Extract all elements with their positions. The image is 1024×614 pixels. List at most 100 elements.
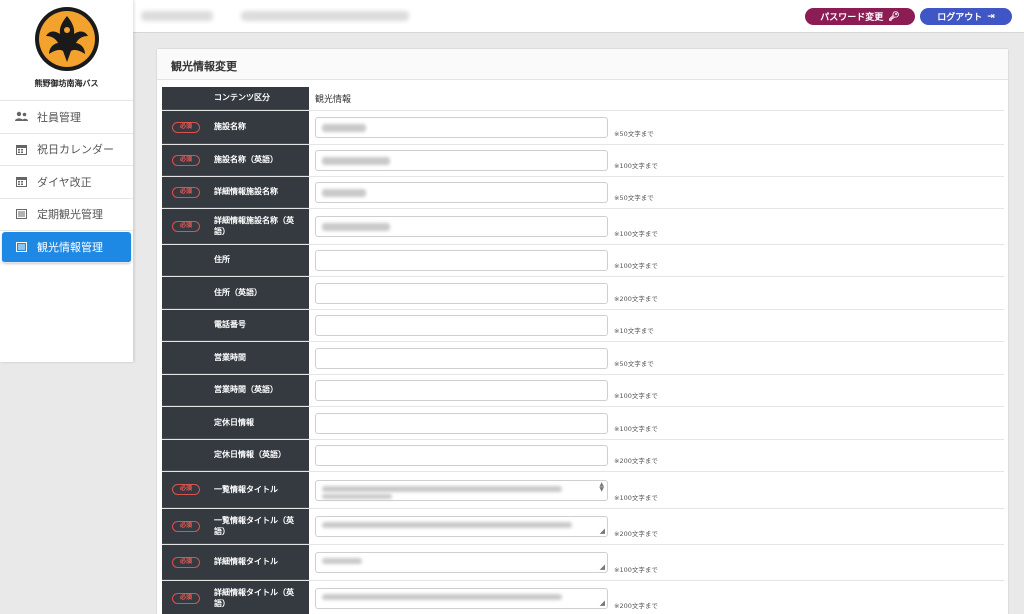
field-label: 一覧情報タイトル <box>214 484 278 494</box>
form-row-closed-days-en: 定休日情報（英語） ※200文字まで <box>162 440 1004 472</box>
char-limit-hint: ※100文字まで <box>614 262 658 270</box>
detail-title-en-textarea[interactable]: ◢ <box>315 588 608 609</box>
char-limit-hint: ※200文字まで <box>614 602 658 610</box>
sidebar-item-label: 観光情報管理 <box>37 241 103 254</box>
sign-out-icon: ⇥ <box>987 11 995 22</box>
sidebar-item-employees[interactable]: 社員管理 <box>0 101 133 134</box>
facility-name-input[interactable] <box>315 117 608 138</box>
users-icon <box>15 110 28 123</box>
field-label: 営業時間 <box>214 352 246 362</box>
required-badge: 必須 <box>172 154 200 166</box>
field-label: コンテンツ区分 <box>214 93 270 103</box>
sidebar-item-label: 定期観光管理 <box>37 208 103 222</box>
resize-grip-icon[interactable]: ◢ <box>600 528 605 535</box>
closed-days-en-input[interactable] <box>315 445 608 466</box>
char-limit-hint: ※10文字まで <box>614 327 654 335</box>
field-label: 一覧情報タイトル（英語） <box>214 515 294 536</box>
sidebar-item-tourism-info[interactable]: 観光情報管理 <box>2 232 131 263</box>
char-limit-hint: ※200文字まで <box>614 530 658 538</box>
field-label: 詳細情報施設名称 <box>214 187 278 197</box>
field-label: 住所 <box>214 255 230 265</box>
tourism-info-form: コンテンツ区分 観光情報 必須 施設名称 ※50文字まで 必須 施設名称（英語） ※… <box>162 87 1004 614</box>
required-badge: 必須 <box>172 186 200 198</box>
char-limit-hint: ※50文字まで <box>614 194 654 202</box>
char-limit-hint: ※100文字まで <box>614 162 658 170</box>
page-title: 観光情報変更 <box>157 49 1008 80</box>
business-hours-input[interactable] <box>315 347 608 369</box>
field-label: 施設名称（英語） <box>214 155 278 165</box>
required-badge: 必須 <box>172 592 200 604</box>
field-label: 住所（英語） <box>214 287 262 297</box>
edit-card: 観光情報変更 コンテンツ区分 観光情報 必須 施設名称 ※50文字まで 必須 施設名… <box>156 48 1009 614</box>
list-icon <box>15 241 28 254</box>
field-label: 営業時間（英語） <box>214 385 278 395</box>
sidebar-item-label: 社員管理 <box>37 110 81 124</box>
redacted-text <box>241 11 409 21</box>
calendar-icon <box>15 143 28 156</box>
resize-grip-icon[interactable]: ◢ <box>600 600 605 607</box>
required-badge: 必須 <box>172 520 200 532</box>
required-badge: 必須 <box>172 556 200 568</box>
field-label: 定休日情報 <box>214 417 254 427</box>
form-row-list-title-en: 必須 一覧情報タイトル（英語） ◢ ※200文字まで <box>162 509 1004 545</box>
list-title-textarea[interactable]: ▲ ▼ <box>315 479 608 501</box>
char-limit-hint: ※100文字まで <box>614 494 658 502</box>
scroll-arrows-icon[interactable]: ▲ ▼ <box>599 481 604 492</box>
char-limit-hint: ※50文字まで <box>614 130 654 138</box>
content-type-value: 観光情報 <box>315 95 352 105</box>
form-row-closed-days: 定休日情報 ※100文字まで <box>162 407 1004 440</box>
form-row-detail-facility-name-en: 必須 詳細情報施設名称（英語） ※100文字まで <box>162 209 1004 245</box>
resize-grip-icon[interactable]: ◢ <box>600 564 605 571</box>
closed-days-input[interactable] <box>315 412 608 434</box>
sidebar-item-label: 祝日カレンダー <box>37 143 114 157</box>
sidebar-item-regular-tours[interactable]: 定期観光管理 <box>0 199 133 231</box>
list-title-en-textarea[interactable]: ◢ <box>315 516 608 537</box>
char-limit-hint: ※100文字まで <box>614 566 658 574</box>
sidebar: 熊野御坊南海バス 社員管理 祝日カレンダー ダイヤ改正 定期観光管理 観光情報管… <box>0 0 133 362</box>
field-label: 詳細情報施設名称（英語） <box>214 215 294 236</box>
field-label: 詳細情報タイトル（英語） <box>214 587 294 608</box>
logout-button[interactable]: ログアウト ⇥ <box>920 8 1012 25</box>
field-label: 電話番号 <box>214 320 246 330</box>
char-limit-hint: ※100文字まで <box>614 392 658 400</box>
form-row-facility-name-en: 必須 施設名称（英語） ※100文字まで <box>162 145 1004 177</box>
form-row-detail-title-en: 必須 詳細情報タイトル（英語） ◢ ※200文字まで <box>162 581 1004 614</box>
form-row-detail-title: 必須 詳細情報タイトル ◢ ※100文字まで <box>162 545 1004 581</box>
form-row-business-hours-en: 営業時間（英語） ※100文字まで <box>162 375 1004 407</box>
detail-title-textarea[interactable]: ◢ <box>315 552 608 573</box>
address-en-input[interactable] <box>315 282 608 304</box>
brand-name: 熊野御坊南海バス <box>34 79 99 88</box>
form-row-facility-name: 必須 施設名称 ※50文字まで <box>162 111 1004 145</box>
change-password-button[interactable]: パスワード変更 🔑︎ <box>805 8 915 25</box>
detail-facility-name-en-input[interactable] <box>315 216 608 237</box>
phone-input[interactable] <box>315 315 608 336</box>
required-badge: 必須 <box>172 484 200 495</box>
form-row-detail-facility-name: 必須 詳細情報施設名称 ※50文字まで <box>162 177 1004 209</box>
char-limit-hint: ※100文字まで <box>614 230 658 238</box>
key-icon: 🔑︎ <box>888 11 900 22</box>
char-limit-hint: ※200文字まで <box>614 295 658 303</box>
field-label: 定休日情報（英語） <box>214 450 286 460</box>
address-input[interactable] <box>315 250 608 271</box>
brand-header: 熊野御坊南海バス <box>0 6 133 101</box>
char-limit-hint: ※200文字まで <box>614 457 658 465</box>
required-badge: 必須 <box>172 121 200 133</box>
facility-name-en-input[interactable] <box>315 150 608 171</box>
form-row-business-hours: 営業時間 ※50文字まで <box>162 342 1004 375</box>
calendar-icon <box>15 175 28 188</box>
list-icon <box>15 208 28 221</box>
topbar: パスワード変更 🔑︎ ログアウト ⇥ <box>133 0 1024 33</box>
field-label: 施設名称 <box>214 122 246 132</box>
form-row-address: 住所 ※100文字まで <box>162 245 1004 277</box>
char-limit-hint: ※50文字まで <box>614 360 654 368</box>
redacted-text <box>141 11 213 21</box>
field-label: 詳細情報タイトル <box>214 557 278 567</box>
business-hours-en-input[interactable] <box>315 380 608 401</box>
sidebar-item-holiday-calendar[interactable]: 祝日カレンダー <box>0 134 133 166</box>
sidebar-item-timetable-revision[interactable]: ダイヤ改正 <box>0 166 133 199</box>
char-limit-hint: ※100文字まで <box>614 425 658 433</box>
required-badge: 必須 <box>172 220 200 232</box>
logo-icon <box>34 7 99 71</box>
form-row-address-en: 住所（英語） ※200文字まで <box>162 277 1004 310</box>
detail-facility-name-input[interactable] <box>315 182 608 203</box>
